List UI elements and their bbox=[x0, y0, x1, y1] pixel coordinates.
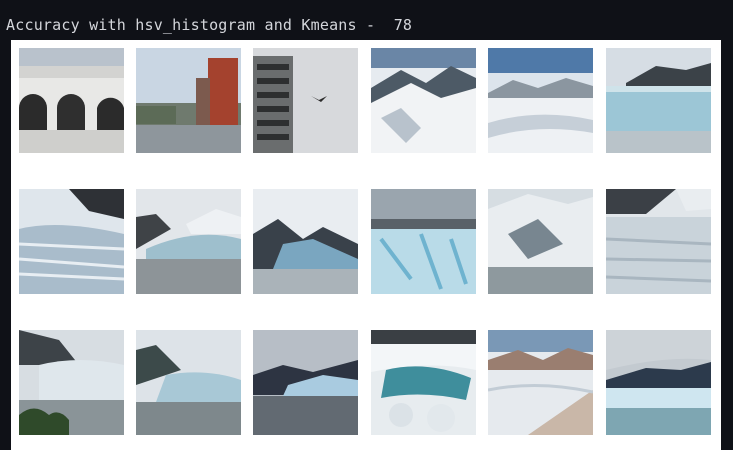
aerial-icefield-photo bbox=[488, 330, 593, 435]
icefield-photo bbox=[488, 48, 593, 153]
building-arches-photo bbox=[19, 48, 124, 153]
thumbnail-4 bbox=[371, 48, 476, 153]
thumbnail-8 bbox=[136, 189, 241, 294]
blue-ice-closeup-photo bbox=[371, 189, 476, 294]
thumbnail-1 bbox=[19, 48, 124, 153]
glacier-terminus-photo bbox=[606, 189, 711, 294]
thumbnail-16 bbox=[371, 330, 476, 435]
thumbnail-17 bbox=[488, 330, 593, 435]
thumbnail-18 bbox=[606, 330, 711, 435]
thumbnail-6 bbox=[606, 48, 711, 153]
crevassed-glacier-photo bbox=[19, 189, 124, 294]
snowy-mountain-lake-photo bbox=[488, 189, 593, 294]
valley-glacier-photo bbox=[136, 189, 241, 294]
thumbnail-15 bbox=[253, 330, 358, 435]
waterfront-buildings-photo bbox=[136, 48, 241, 153]
glacier-face-photo bbox=[606, 48, 711, 153]
thumbnail-12 bbox=[606, 189, 711, 294]
thumbnail-2 bbox=[136, 48, 241, 153]
glacier-lake-trees-photo bbox=[19, 330, 124, 435]
thumbnail-14 bbox=[136, 330, 241, 435]
glacier-valley-photo bbox=[136, 330, 241, 435]
tower-bird-photo bbox=[253, 48, 358, 153]
thumbnail-5 bbox=[488, 48, 593, 153]
thumbnail-3 bbox=[253, 48, 358, 153]
thumbnail-10 bbox=[371, 189, 476, 294]
glacier-bay-photo bbox=[253, 189, 358, 294]
glacier-sea-photo bbox=[606, 330, 711, 435]
output-title: Accuracy with hsv_histogram and Kmeans -… bbox=[6, 16, 413, 34]
thumbnail-13 bbox=[19, 330, 124, 435]
thumbnail-11 bbox=[488, 189, 593, 294]
cloudy-glacier-water-photo bbox=[253, 330, 358, 435]
thumbnail-9 bbox=[253, 189, 358, 294]
aerial-snow-mountains-photo bbox=[371, 48, 476, 153]
ice-cave-photo bbox=[371, 330, 476, 435]
thumbnail-7 bbox=[19, 189, 124, 294]
image-grid-figure bbox=[11, 40, 721, 450]
